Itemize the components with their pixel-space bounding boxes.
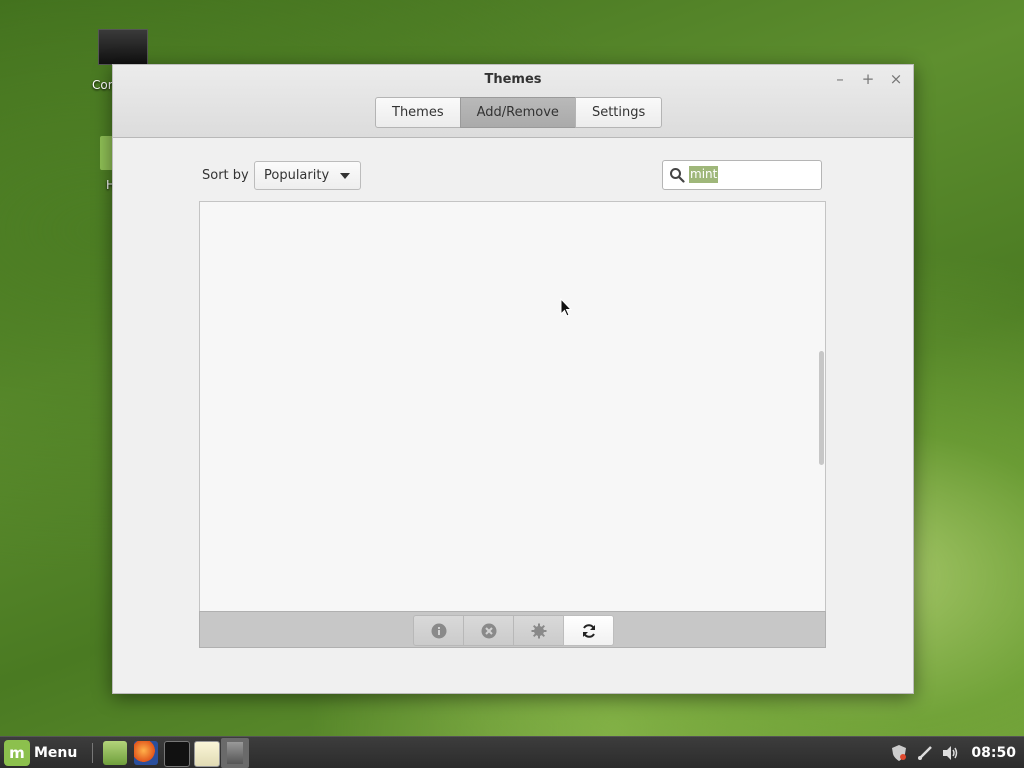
- list-action-toolbar: [199, 611, 826, 648]
- sort-by-value: Popularity: [264, 168, 330, 183]
- refresh-button[interactable]: [563, 615, 614, 646]
- clock[interactable]: 08:50: [971, 745, 1016, 761]
- search-icon: [670, 168, 685, 183]
- sort-by-dropdown[interactable]: Popularity: [254, 161, 361, 190]
- configure-icon: [531, 623, 546, 638]
- themes-window: Themes – + × Themes Add/Remove Settings …: [112, 64, 914, 694]
- mouse-pointer-icon: [560, 298, 572, 317]
- chevron-down-icon: [340, 173, 350, 179]
- tab-settings[interactable]: Settings: [574, 97, 663, 128]
- panel-separator: [92, 743, 93, 763]
- action-button-group: [413, 615, 614, 646]
- sort-by-label: Sort by: [202, 168, 249, 183]
- close-button[interactable]: ×: [887, 70, 905, 88]
- tab-add-remove[interactable]: Add/Remove: [459, 97, 576, 128]
- info-icon: [431, 623, 446, 638]
- list-scrollbar[interactable]: [819, 351, 824, 465]
- refresh-icon: [582, 623, 595, 638]
- uninstall-icon: [481, 623, 496, 638]
- themes-task-icon: [227, 742, 243, 764]
- menu-label: Menu: [34, 745, 78, 761]
- files-icon[interactable]: [103, 741, 127, 765]
- tab-themes[interactable]: Themes: [375, 97, 461, 128]
- configure-button[interactable]: [513, 615, 564, 646]
- window-headerbar[interactable]: Themes – + × Themes Add/Remove Settings: [113, 65, 913, 138]
- network-icon[interactable]: [915, 743, 935, 763]
- info-button[interactable]: [413, 615, 464, 646]
- uninstall-button[interactable]: [463, 615, 514, 646]
- update-shield-icon[interactable]: [889, 743, 909, 763]
- maximize-button[interactable]: +: [859, 70, 877, 88]
- theme-list[interactable]: [199, 201, 826, 611]
- menu-button[interactable]: m Menu: [4, 740, 77, 766]
- minimize-button[interactable]: –: [831, 70, 849, 88]
- linux-mint-logo-icon: m: [4, 740, 30, 766]
- computer-desktop-label[interactable]: Cor: [92, 78, 113, 92]
- system-tray: 08:50: [889, 737, 1016, 768]
- tab-switcher: Themes Add/Remove Settings: [375, 97, 663, 128]
- firefox-icon[interactable]: [134, 741, 158, 765]
- search-input-value: mint: [689, 166, 719, 183]
- window-title: Themes: [484, 72, 542, 87]
- volume-icon[interactable]: [941, 743, 961, 763]
- terminal-icon[interactable]: [164, 741, 190, 767]
- text-editor-icon[interactable]: [194, 741, 220, 767]
- computer-desktop-icon[interactable]: [98, 29, 148, 65]
- search-input[interactable]: mint: [662, 160, 822, 190]
- taskbar-panel: m Menu 08:50: [0, 736, 1024, 768]
